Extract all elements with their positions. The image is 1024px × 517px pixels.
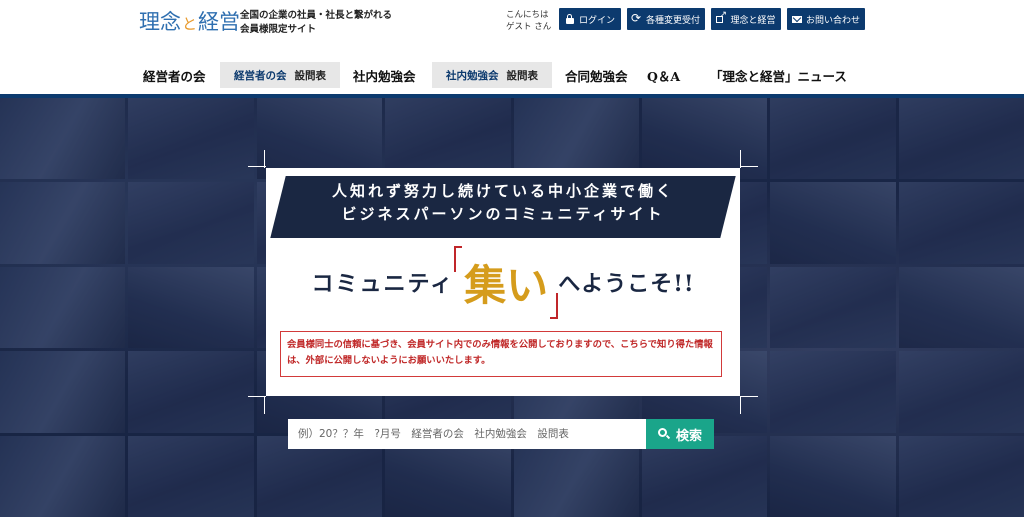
change-request-label: 各種変更受付 (645, 15, 700, 26)
logo-dot: と (182, 15, 198, 33)
privacy-notice: 会員様同士の信頼に基づき、会員サイト内でのみ情報を公開しておりますので、こちらで… (280, 331, 722, 377)
about-label: 理念と経営 (730, 15, 776, 26)
logo-mark: 理念と経営 (139, 6, 240, 36)
nav-sub2-highlight: 社内勉強会 (446, 69, 499, 82)
site-logo[interactable]: 理念と経営 (139, 6, 240, 36)
nav-internal-study[interactable]: 社内勉強会 (353, 62, 416, 88)
site-tagline: 全国の企業の社員・社長と繋がれる 会員様限定サイト (240, 9, 392, 37)
search-input[interactable] (288, 419, 646, 449)
external-link-icon (716, 10, 727, 24)
nav-internal-questions[interactable]: 社内勉強会 設問表 (432, 62, 552, 88)
contact-label: お問い合わせ (805, 15, 860, 26)
nav-executives-questions[interactable]: 経営者の会 設問表 (220, 62, 340, 88)
crop-mark (740, 396, 758, 397)
refresh-icon (631, 11, 642, 25)
welcome-pre: コミュニティ (311, 271, 455, 297)
nav-qa[interactable]: Q＆A (647, 62, 680, 88)
login-label: ログイン (578, 15, 615, 26)
nav-sub1-plain: 設問表 (294, 69, 327, 82)
greeting-line1: こんにちは (506, 10, 549, 20)
search-button-label: 検索 (675, 428, 702, 444)
main-nav: 経営者の会 経営者の会 設問表 社内勉強会 社内勉強会 設問表 合同勉強会 Q＆… (0, 62, 1024, 88)
tagline-line1: 全国の企業の社員・社長と繋がれる (240, 10, 393, 21)
login-button[interactable]: ログイン (559, 8, 621, 30)
lock-icon (565, 14, 575, 24)
search-icon (657, 428, 670, 440)
nav-executives-meeting[interactable]: 経営者の会 (143, 62, 206, 88)
welcome-post: へようこそ!! (558, 271, 695, 297)
banner-line2: ビジネスパーソンのコミュニティサイト (341, 205, 665, 223)
search-button[interactable]: 検索 (646, 419, 714, 449)
about-button[interactable]: 理念と経営 (711, 8, 781, 30)
crop-mark (740, 166, 758, 167)
tagline-line2: 会員様限定サイト (240, 24, 317, 35)
banner-text: 人知れず努力し続けている中小企業で働く ビジネスパーソンのコミュニティサイト (278, 180, 728, 226)
welcome-heading: コミュニティ 集い へようこそ!! (270, 245, 736, 319)
site-header: 理念と経営 全国の企業の社員・社長と繋がれる 会員様限定サイト こんにちは ゲス… (0, 0, 1024, 94)
crop-mark (740, 396, 741, 414)
welcome-main: 集い (454, 245, 559, 319)
crop-mark (264, 396, 265, 414)
nav-sub2-plain: 設問表 (506, 69, 539, 82)
crop-mark (248, 396, 266, 397)
banner-line1: 人知れず努力し続けている中小企業で働く (331, 182, 674, 200)
mail-icon (791, 14, 802, 24)
nav-news[interactable]: 「理念と経営」ニュース (710, 62, 847, 88)
contact-button[interactable]: お問い合わせ (787, 8, 865, 30)
logo-text-1: 理念 (139, 10, 181, 34)
crop-mark (248, 166, 266, 167)
nav-sub1-highlight: 経営者の会 (234, 69, 287, 82)
greeting-line2: ゲスト さん (506, 22, 552, 32)
change-request-button[interactable]: 各種変更受付 (627, 8, 705, 30)
logo-text-2: 経営 (198, 10, 241, 34)
guest-greeting: こんにちは ゲスト さん (506, 9, 552, 33)
nav-joint-study[interactable]: 合同勉強会 (565, 62, 628, 88)
